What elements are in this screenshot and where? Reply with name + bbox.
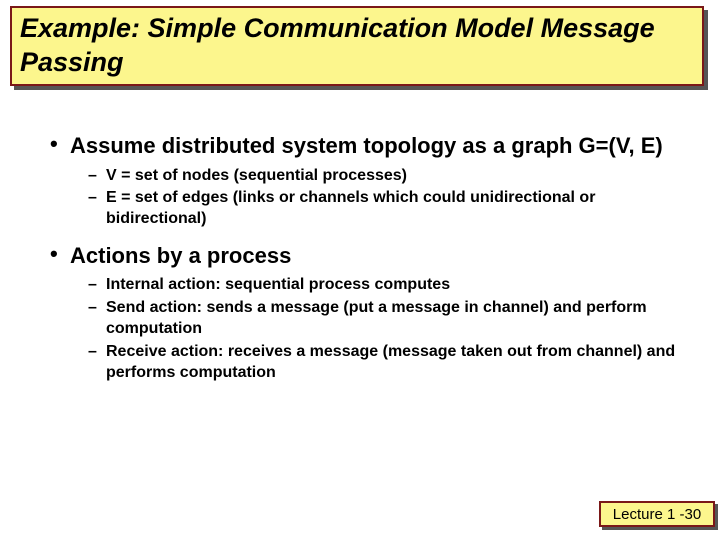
bullet-text: Actions by a process: [70, 242, 291, 270]
title-box: Example: Simple Communication Model Mess…: [10, 6, 704, 86]
sub-bullet-item: – Internal action: sequential process co…: [88, 275, 680, 296]
sub-bullet-marker: –: [88, 342, 106, 384]
sub-bullet-item: – Send action: sends a message (put a me…: [88, 298, 680, 340]
footer-box: Lecture 1 -30: [599, 501, 715, 527]
sub-bullet-text: Receive action: receives a message (mess…: [106, 342, 680, 384]
slide-number: Lecture 1 -30: [613, 506, 701, 523]
bullet-item: • Actions by a process: [50, 242, 680, 270]
bullet-marker: •: [50, 132, 70, 160]
sub-bullet-text: Send action: sends a message (put a mess…: [106, 298, 680, 340]
sub-bullet-text: V = set of nodes (sequential processes): [106, 166, 407, 187]
sub-bullet-marker: –: [88, 275, 106, 296]
slide-title: Example: Simple Communication Model Mess…: [20, 12, 694, 80]
sub-bullet-text: Internal action: sequential process comp…: [106, 275, 450, 296]
bullet-item: • Assume distributed system topology as …: [50, 132, 680, 160]
slide-content: • Assume distributed system topology as …: [50, 120, 680, 385]
sub-bullet-item: – E = set of edges (links or channels wh…: [88, 188, 680, 230]
sub-bullet-marker: –: [88, 188, 106, 230]
sub-bullet-item: – V = set of nodes (sequential processes…: [88, 166, 680, 187]
sub-bullet-marker: –: [88, 298, 106, 340]
bullet-text: Assume distributed system topology as a …: [70, 132, 663, 160]
sub-bullet-item: – Receive action: receives a message (me…: [88, 342, 680, 384]
sub-bullet-marker: –: [88, 166, 106, 187]
bullet-marker: •: [50, 242, 70, 270]
sub-bullet-text: E = set of edges (links or channels whic…: [106, 188, 680, 230]
